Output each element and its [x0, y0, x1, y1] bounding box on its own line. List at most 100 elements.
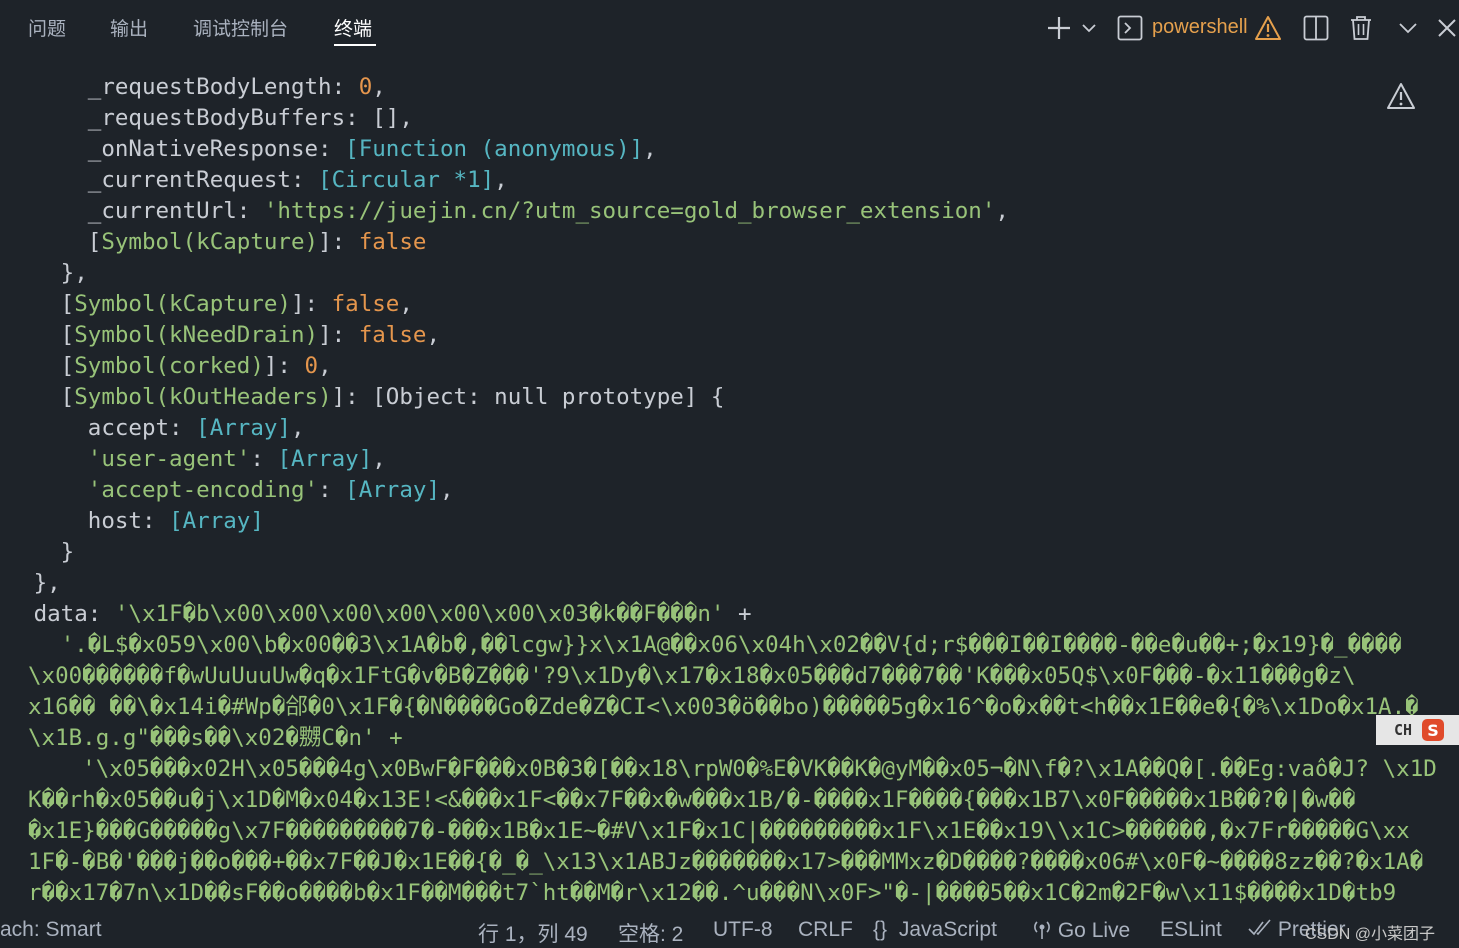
terminal-token: Symbol(corked)	[74, 353, 264, 379]
tab-problems[interactable]: 问题	[28, 14, 66, 41]
terminal-token: },	[6, 260, 88, 286]
status-go-live[interactable]: Go Live	[1032, 918, 1130, 943]
chevron-down-icon	[1399, 23, 1417, 34]
shell-name[interactable]: powershell	[1152, 16, 1248, 39]
terminal-token: ,	[440, 477, 454, 503]
ime-indicator[interactable]: CH S	[1376, 715, 1459, 745]
terminal-token: 0	[304, 353, 319, 379]
terminal-token: false	[331, 291, 400, 317]
terminal-token: ]:	[318, 322, 359, 348]
terminal-token: :	[318, 477, 346, 503]
panel-header: 问题 输出 调试控制台 终端 powershell	[0, 0, 1459, 56]
status-encoding[interactable]: UTF-8	[713, 918, 773, 942]
terminal-token: 'accept-encoding'	[87, 477, 319, 503]
ime-language-label: CH	[1394, 721, 1413, 739]
terminal-token: _requestBodyBuffers: [],	[6, 105, 413, 131]
terminal-token: [	[6, 322, 75, 348]
chevron-down-icon	[1082, 24, 1096, 33]
terminal-line: _currentUrl: 'https://juejin.cn/?utm_sou…	[7, 196, 1009, 227]
tab-output[interactable]: 输出	[110, 14, 148, 41]
terminal-token: },	[6, 570, 61, 596]
terminal-token: ,	[318, 353, 332, 379]
terminal-token: ,	[372, 74, 386, 100]
status-cursor-position[interactable]: 行 1，列 49	[478, 918, 588, 948]
terminal-token: ,	[995, 198, 1009, 224]
terminal-line: _currentRequest: [Circular *1],	[7, 165, 508, 196]
terminal-token: _currentUrl:	[6, 198, 264, 224]
terminal-token: host:	[6, 508, 170, 534]
terminal-line: }	[7, 537, 75, 568]
kill-terminal-button[interactable]	[1347, 12, 1375, 44]
terminal-line: _requestBodyLength: 0,	[7, 72, 386, 103]
terminal-token: '.�L$�x059\x00\b�x00��3\x1A�b�,��lcgw}}x…	[60, 632, 1402, 658]
status-language-label: JavaScript	[898, 918, 997, 941]
terminal-line: [Symbol(kCapture)]: false,	[7, 289, 413, 320]
terminal-token: _onNativeResponse:	[6, 136, 346, 162]
terminal-token: data:	[6, 601, 115, 627]
terminal-token: false	[358, 322, 427, 348]
status-branch[interactable]: ach: Smart	[0, 918, 102, 942]
terminal-warning-icon[interactable]	[1386, 82, 1416, 114]
plus-icon	[1048, 17, 1070, 39]
terminal-token: Symbol(kOutHeaders)	[74, 384, 332, 410]
terminal-wrapped-line: 1F�-�B�'���j��o���+��x7F��J�x1E��{�_�_\x…	[28, 849, 1424, 875]
terminal-line: accept: [Array],	[7, 413, 305, 444]
terminal-token: ]:	[318, 229, 359, 255]
status-language[interactable]: {} JavaScript	[873, 918, 997, 942]
terminal-line: 'user-agent': [Array],	[7, 444, 386, 475]
new-terminal-button[interactable]	[1044, 12, 1074, 44]
ime-logo-icon: S	[1422, 719, 1445, 741]
terminal-token: [	[6, 353, 75, 379]
status-bar: ach: Smart 行 1，列 49 空格: 2 UTF-8 CRLF {} …	[0, 910, 1459, 948]
warning-icon[interactable]	[1254, 12, 1282, 44]
terminal-line: _requestBodyBuffers: [],	[7, 103, 413, 134]
braces-icon: {}	[873, 918, 888, 941]
close-panel-button[interactable]	[1436, 12, 1458, 44]
terminal-token: [Array]	[345, 477, 440, 503]
terminal-icon	[1116, 12, 1144, 44]
double-check-icon	[1248, 919, 1271, 936]
terminal-token: [	[6, 384, 75, 410]
active-tab-indicator	[334, 44, 376, 46]
terminal-token: :	[250, 446, 278, 472]
terminal-token: Symbol(kNeedDrain)	[74, 322, 319, 348]
terminal-token: ]: [Object: null prototype] {	[331, 384, 725, 410]
terminal-profiles-dropdown[interactable]	[1078, 12, 1100, 44]
tab-debug-console[interactable]: 调试控制台	[193, 14, 288, 41]
tab-terminal[interactable]: 终端	[334, 14, 372, 41]
terminal-token: _currentRequest:	[6, 167, 319, 193]
terminal-token: 0	[358, 74, 373, 100]
terminal-token: [	[6, 229, 102, 255]
terminal-wrapped-line: r��x17�7n\x1D��sF��o����b�x1F��M���t7`ht…	[28, 880, 1397, 906]
terminal-token: ,	[643, 136, 657, 162]
terminal-token: ,	[290, 415, 305, 441]
split-terminal-button[interactable]	[1302, 12, 1330, 44]
terminal-token: ,	[426, 322, 440, 348]
terminal-token: ]:	[290, 291, 332, 317]
terminal-wrapped-line: \x00������f�wUuUuuUw�q�x1FtG�v�B�Z���'?9…	[28, 663, 1356, 689]
maximize-panel-button[interactable]	[1396, 12, 1420, 44]
terminal-line: [Symbol(kOutHeaders)]: [Object: null pro…	[7, 382, 725, 413]
terminal-wrapped-line: '\x05���x02H\x05���4g\x0BwF�F���x0B�3�[�…	[28, 756, 1437, 782]
terminal-output[interactable]: _requestBodyLength: 0, _requestBodyBuffe…	[0, 56, 1459, 910]
status-eslint[interactable]: ESLint	[1160, 918, 1222, 942]
terminal-token: false	[358, 229, 427, 255]
terminal-line: },	[7, 258, 88, 289]
terminal-line: },	[7, 568, 61, 599]
terminal-token: [Array]	[196, 415, 291, 441]
status-eol[interactable]: CRLF	[798, 918, 853, 942]
terminal-token: ]:	[263, 353, 305, 379]
terminal-token: 'https://juejin.cn/?utm_source=gold_brow…	[263, 198, 996, 224]
close-icon	[1438, 19, 1456, 37]
terminal-line: host: [Array]	[7, 506, 264, 537]
go-live-label: Go Live	[1057, 919, 1131, 942]
status-indentation[interactable]: 空格: 2	[618, 918, 683, 948]
terminal-token: ,	[494, 167, 508, 193]
terminal-token: [Array]	[169, 508, 264, 534]
terminal-token: Symbol(kCapture)	[74, 291, 291, 317]
trash-icon	[1351, 16, 1371, 40]
terminal-line: data: '\x1F�b\x00\x00\x00\x00\x00\x00\x0…	[7, 599, 752, 630]
terminal-line: [Symbol(kCapture)]: false	[7, 227, 427, 258]
